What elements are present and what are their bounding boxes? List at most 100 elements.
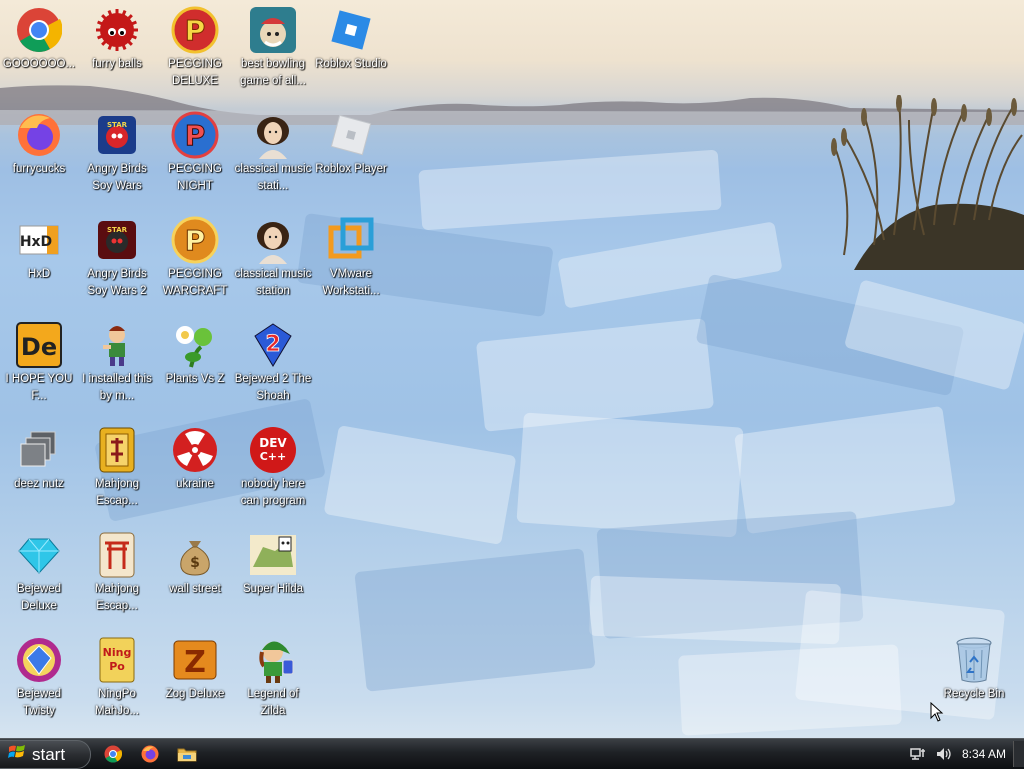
svg-text:P: P [185, 14, 206, 47]
desktop-icon[interactable]: Plants Vs Z [156, 321, 234, 388]
volume-icon[interactable] [936, 747, 952, 761]
desktop-icon[interactable]: HxD HxD [0, 216, 78, 283]
desktop-icon-label: deez nutz [14, 478, 64, 490]
desktop-icon[interactable]: Roblox Player [312, 111, 390, 178]
pegging-icon: P [171, 6, 219, 54]
svg-text:2: 2 [265, 332, 280, 357]
desktop-icon-label: PEGGING NIGHT [168, 163, 222, 192]
desktop-icon[interactable]: Super Hilda [234, 531, 312, 598]
firefox-icon [141, 745, 159, 763]
desktop-icon-label: Mahjong Escap... [94, 583, 140, 612]
desktop-icon[interactable]: P PEGGING NIGHT [156, 111, 234, 195]
desktop-icon-label: Bejewed Deluxe [16, 583, 62, 612]
desktop-icon[interactable]: Mahjong Escap... [78, 531, 156, 615]
desktop-icon[interactable]: $ wall street [156, 531, 234, 598]
desktop-icon[interactable]: GOOOOOO... [0, 6, 78, 73]
recycle-bin[interactable]: Recycle Bin [935, 636, 1013, 703]
desktop-icon[interactable]: Legend of Zilda [234, 636, 312, 720]
svg-text:HxD: HxD [20, 234, 52, 250]
desktop-icon-label: VMware Workstati... [322, 268, 380, 297]
windows-flag-icon [8, 744, 26, 765]
desktop-icon[interactable]: Ning Po NingPo MahJo... [78, 636, 156, 720]
desktop-icon[interactable]: classical music stati... [234, 111, 312, 195]
desktop-icon-label: I HOPE YOU F... [5, 373, 73, 402]
desktop-icon-label: Mahjong Escap... [94, 478, 140, 507]
character-icon [93, 321, 141, 369]
svg-text:De: De [21, 333, 57, 361]
folder-icon [177, 748, 197, 762]
roblox-player-icon [327, 111, 375, 159]
desktop-icon[interactable]: 2 Bejewed 2 The Shoah [234, 321, 312, 405]
angry-birds-icon: STAR [93, 111, 141, 159]
desktop-icon-label: Zog Deluxe [165, 688, 225, 700]
desktop-icon[interactable]: furrycucks [0, 111, 78, 178]
desktop-icon[interactable]: STAR Angry Birds Soy Wars [78, 111, 156, 195]
desktop-icon[interactable]: Roblox Studio [312, 6, 390, 73]
desktop-icon[interactable]: I installed this by m... [78, 321, 156, 405]
recycle-bin-icon [950, 636, 998, 684]
desktop-icon[interactable]: Mahjong Escap... [78, 426, 156, 510]
plants-icon [171, 321, 219, 369]
chrome-icon [104, 745, 122, 763]
desktop-icon[interactable]: Bejewed Deluxe [0, 531, 78, 615]
angry-birds-2-icon: STAR [93, 216, 141, 264]
quicklaunch-chrome[interactable] [102, 743, 124, 765]
desktop-icon-label: classical music station [234, 268, 312, 297]
network-icon[interactable] [910, 747, 926, 761]
radiation-icon [171, 426, 219, 474]
firefox-icon [15, 111, 63, 159]
desktop-icon-label: HxD [27, 268, 51, 280]
svg-text:Z: Z [184, 645, 206, 680]
classical-portrait-icon [249, 216, 297, 264]
desktop-icon[interactable]: VMware Workstati... [312, 216, 390, 300]
clock[interactable]: 8:34 AM [962, 747, 1006, 761]
desktop-icon[interactable]: furry balls [78, 6, 156, 73]
zog-icon: Z [171, 636, 219, 684]
quicklaunch-firefox[interactable] [139, 743, 161, 765]
start-button[interactable]: start [0, 740, 91, 769]
chrome-icon [15, 6, 63, 54]
desktop-icon[interactable]: Z Zog Deluxe [156, 636, 234, 703]
desktop-icon-label: PEGGING DELUXE [168, 58, 222, 87]
devcpp-icon: DEV C++ [249, 426, 297, 474]
desktop-icon-label: best bowling game of all... [240, 58, 306, 87]
desktop-icon[interactable]: P PEGGING DELUXE [156, 6, 234, 90]
furry-ball-icon [93, 6, 141, 54]
bowling-icon [249, 6, 297, 54]
quicklaunch-explorer[interactable] [176, 743, 198, 765]
desktop-icon-label: NingPo MahJo... [94, 688, 140, 717]
desktop-icon[interactable]: De I HOPE YOU F... [0, 321, 78, 405]
desktop-icon[interactable]: P PEGGING WARCRAFT [156, 216, 234, 300]
vmware-icon [327, 216, 375, 264]
svg-text:P: P [185, 224, 206, 257]
desktop-icon-label: Legend of Zilda [247, 688, 299, 717]
desktop-icon-label: classical music stati... [234, 163, 312, 192]
system-tray: 8:34 AM [910, 739, 1006, 769]
desktop-icon[interactable]: DEV C++ nobody here can program [234, 426, 312, 510]
desktop-icon-label: Bejewed 2 The Shoah [234, 373, 312, 402]
pegging-warcraft-icon: P [171, 216, 219, 264]
desktop-icon[interactable]: best bowling game of all... [234, 6, 312, 90]
mouse-cursor [930, 702, 944, 722]
zelda-icon [249, 636, 297, 684]
taskbar: start 8:34 AM [0, 738, 1024, 769]
svg-text:STAR: STAR [107, 121, 128, 129]
desktop-icon-label: Plants Vs Z [165, 373, 225, 385]
money-bag-icon: $ [171, 531, 219, 579]
desktop-icon[interactable]: STAR Angry Birds Soy Wars 2 [78, 216, 156, 300]
desktop-icon-label: furry balls [92, 58, 142, 70]
svg-text:$: $ [190, 555, 200, 571]
de-icon: De [15, 321, 63, 369]
desktop-icon-label: I installed this by m... [82, 373, 152, 402]
pegging-night-icon: P [171, 111, 219, 159]
show-desktop-button[interactable] [1013, 741, 1024, 767]
desktop-icon-label: furrycucks [12, 163, 66, 175]
mahjong-gate-icon [93, 531, 141, 579]
desktop-icon-label: Bejewed Twisty [16, 688, 62, 717]
desktop-icon[interactable]: deez nutz [0, 426, 78, 493]
desktop-icon[interactable]: ukraine [156, 426, 234, 493]
desktop-icon[interactable]: classical music station [234, 216, 312, 300]
bejeweled-2-icon: 2 [249, 321, 297, 369]
desktop-icon[interactable]: Bejewed Twisty [0, 636, 78, 720]
recycle-bin-label: Recycle Bin [943, 688, 1005, 700]
